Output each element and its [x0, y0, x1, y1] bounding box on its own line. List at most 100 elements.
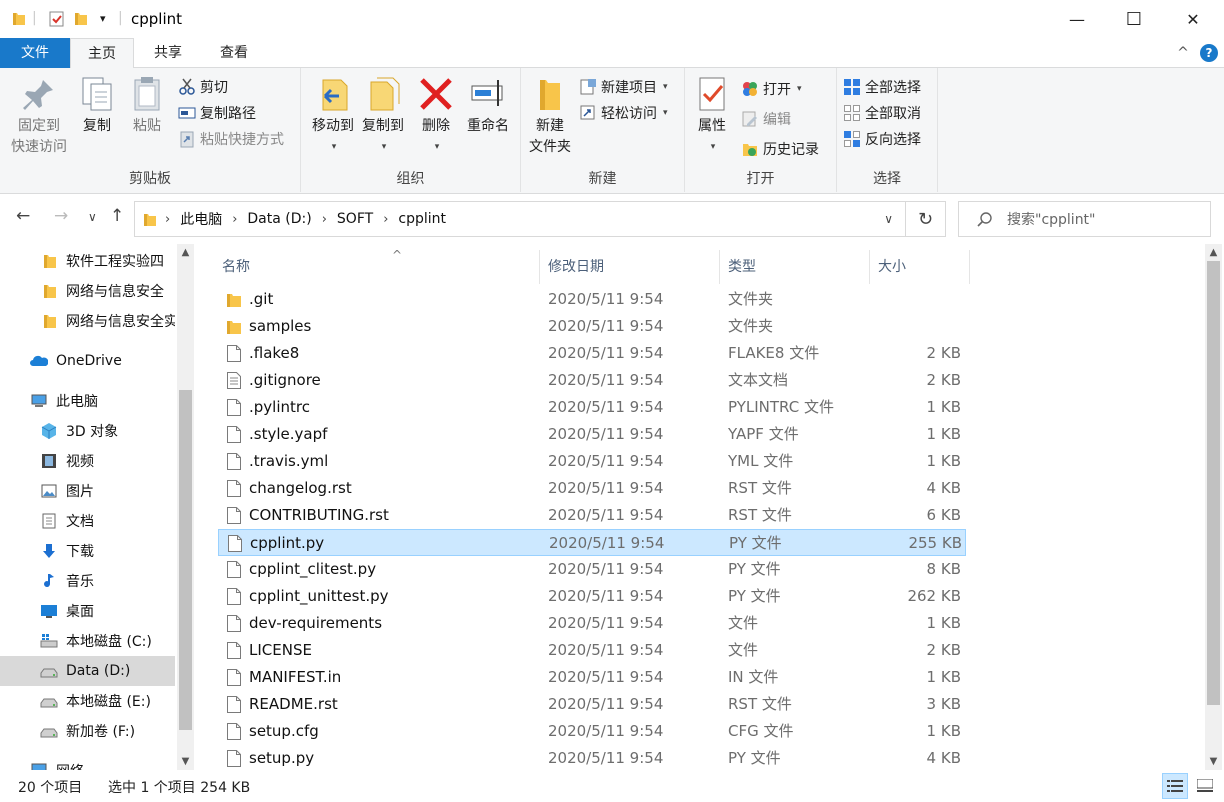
file-row[interactable]: setup.cfg 2020/5/11 9:54 CFG 文件 1 KB [218, 718, 966, 745]
scroll-down-button[interactable]: ▼ [1205, 753, 1222, 770]
file-row[interactable]: .flake8 2020/5/11 9:54 FLAKE8 文件 2 KB [218, 340, 966, 367]
folder-icon [227, 294, 241, 307]
file-row[interactable]: changelog.rst 2020/5/11 9:54 RST 文件 4 KB [218, 475, 966, 502]
nav-pane-scrollbar[interactable]: ▲ ▼ [177, 244, 194, 770]
properties-icon[interactable] [48, 10, 66, 28]
address-box[interactable]: › 此电脑 › Data (D:) › SOFT › cpplint ∨ [134, 201, 906, 237]
refresh-button[interactable]: ↻ [906, 201, 946, 237]
column-header-date[interactable]: 修改日期 [540, 250, 720, 284]
customize-toolbar-icon[interactable]: ▾ [100, 12, 106, 25]
breadcrumb-this-pc[interactable]: 此电脑 [180, 209, 222, 229]
column-header-size[interactable]: 大小 [870, 250, 970, 284]
file-list-scrollbar[interactable]: ▲ ▼ [1205, 244, 1222, 770]
new-folder-icon[interactable] [74, 10, 88, 26]
copy-button[interactable]: 复制 [76, 74, 118, 137]
nav-item-drive-d[interactable]: Data (D:) [0, 656, 175, 686]
recent-locations-button[interactable]: ∨ [88, 210, 97, 224]
file-row[interactable]: .gitignore 2020/5/11 9:54 文本文档 2 KB [218, 367, 966, 394]
scroll-thumb[interactable] [179, 390, 192, 730]
file-row[interactable]: .travis.yml 2020/5/11 9:54 YML 文件 1 KB [218, 448, 966, 475]
pin-quick-access-button[interactable]: 固定到 快速访问 [6, 74, 72, 158]
file-row[interactable]: .style.yapf 2020/5/11 9:54 YAPF 文件 1 KB [218, 421, 966, 448]
nav-item-3d-objects[interactable]: 3D 对象 [0, 416, 175, 446]
nav-item-desktop[interactable]: 桌面 [0, 596, 175, 626]
properties-button[interactable]: 属性 ▾ [691, 74, 733, 158]
navigation-pane: 软件工程实验四 网络与信息安全 网络与信息安全实 OneDrive 此电脑 3D… [0, 244, 194, 770]
copy-to-button[interactable]: 复制到 ▾ [355, 74, 411, 158]
search-input[interactable]: 搜索"cpplint" [958, 201, 1211, 237]
collapse-ribbon-button[interactable]: ^ [1172, 38, 1194, 68]
file-row[interactable]: cpplint.py 2020/5/11 9:54 PY 文件 255 KB [218, 529, 966, 556]
file-row[interactable]: cpplint_clitest.py 2020/5/11 9:54 PY 文件 8 K… [218, 556, 966, 583]
details-view-button[interactable] [1162, 773, 1188, 799]
rename-button[interactable]: 重命名 [463, 74, 513, 137]
delete-button[interactable]: 删除 ▾ [415, 74, 457, 158]
nav-item-drive-e[interactable]: 本地磁盘 (E:) [0, 686, 175, 716]
large-icons-view-button[interactable] [1192, 773, 1218, 799]
tab-file[interactable]: 文件 [0, 38, 70, 68]
minimize-button[interactable]: — [1049, 0, 1105, 38]
open-button[interactable]: 打开 ▾ [741, 78, 802, 100]
new-item-button[interactable]: 新建项目 ▾ [579, 76, 668, 98]
file-row[interactable]: samples 2020/5/11 9:54 文件夹 [218, 313, 966, 340]
file-row[interactable]: .git 2020/5/11 9:54 文件夹 [218, 286, 966, 313]
delete-x-icon [420, 78, 452, 110]
new-folder-button[interactable]: 新建 文件夹 [525, 74, 575, 158]
paste-button[interactable]: 粘贴 [126, 74, 168, 137]
paste-shortcut-button[interactable]: 粘贴快捷方式 [178, 128, 284, 150]
up-button[interactable]: ↑ [110, 206, 124, 226]
nav-item-videos[interactable]: 视频 [0, 446, 175, 476]
history-button[interactable]: 历史记录 [741, 138, 819, 160]
nav-item-quick-folder-1[interactable]: 软件工程实验四 [0, 246, 175, 276]
nav-item-network[interactable]: 网络 [0, 756, 175, 770]
file-row[interactable]: dev-requirements 2020/5/11 9:54 文件 1 KB [218, 610, 966, 637]
move-to-button[interactable]: 移动到 ▾ [305, 74, 361, 158]
select-all-button[interactable]: 全部选择 [843, 76, 921, 98]
address-dropdown-button[interactable]: ∨ [884, 212, 893, 226]
file-row[interactable]: CONTRIBUTING.rst 2020/5/11 9:54 RST 文件 6 KB [218, 502, 966, 529]
invert-selection-button[interactable]: 反向选择 [843, 128, 921, 150]
file-row[interactable]: MANIFEST.in 2020/5/11 9:54 IN 文件 1 KB [218, 664, 966, 691]
maximize-button[interactable]: ☐ [1106, 0, 1162, 38]
scroll-up-button[interactable]: ▲ [1205, 244, 1222, 261]
back-button[interactable]: ← [16, 206, 30, 226]
breadcrumb-data-d[interactable]: Data (D:) [247, 211, 311, 227]
folder-icon[interactable] [12, 10, 26, 26]
file-row[interactable]: .pylintrc 2020/5/11 9:54 PYLINTRC 文件 1 KB [218, 394, 966, 421]
nav-item-quick-folder-3[interactable]: 网络与信息安全实 [0, 306, 175, 336]
select-none-button[interactable]: 全部取消 [843, 102, 921, 124]
nav-item-downloads[interactable]: 下载 [0, 536, 175, 566]
scroll-thumb[interactable] [1207, 261, 1220, 705]
file-row[interactable]: cpplint_unittest.py 2020/5/11 9:54 PY 文件 26… [218, 583, 966, 610]
help-button[interactable]: ? [1200, 44, 1218, 62]
nav-item-pictures[interactable]: 图片 [0, 476, 175, 506]
easy-access-button[interactable]: 轻松访问 ▾ [579, 102, 668, 124]
select-none-icon [844, 105, 860, 121]
copy-path-button[interactable]: 复制路径 [178, 102, 256, 124]
nav-item-music[interactable]: 音乐 [0, 566, 175, 596]
nav-item-this-pc[interactable]: 此电脑 [0, 386, 175, 416]
tab-home[interactable]: 主页 [70, 38, 134, 69]
scroll-down-button[interactable]: ▼ [177, 753, 194, 770]
tab-view[interactable]: 查看 [202, 38, 266, 68]
tab-share[interactable]: 共享 [136, 38, 200, 68]
breadcrumb-cpplint[interactable]: cpplint [398, 211, 446, 227]
column-header-name[interactable]: 名称 ^ [214, 248, 540, 284]
file-date: 2020/5/11 9:54 [548, 317, 664, 335]
edit-button[interactable]: 编辑 [741, 108, 791, 130]
file-date: 2020/5/11 9:54 [548, 479, 664, 497]
file-row[interactable]: setup.py 2020/5/11 9:54 PY 文件 4 KB [218, 745, 966, 770]
close-button[interactable]: ✕ [1165, 0, 1221, 38]
nav-item-drive-f[interactable]: 新加卷 (F:) [0, 716, 175, 746]
column-header-type[interactable]: 类型 [720, 250, 870, 284]
file-row[interactable]: LICENSE 2020/5/11 9:54 文件 2 KB [218, 637, 966, 664]
nav-item-onedrive[interactable]: OneDrive [0, 346, 175, 376]
cut-button[interactable]: 剪切 [178, 76, 228, 98]
breadcrumb-soft[interactable]: SOFT [337, 211, 373, 227]
nav-item-drive-c[interactable]: 本地磁盘 (C:) [0, 626, 175, 656]
file-row[interactable]: README.rst 2020/5/11 9:54 RST 文件 3 KB [218, 691, 966, 718]
scroll-up-button[interactable]: ▲ [177, 244, 194, 261]
nav-item-documents[interactable]: 文档 [0, 506, 175, 536]
nav-item-quick-folder-2[interactable]: 网络与信息安全 [0, 276, 175, 306]
forward-button[interactable]: → [54, 206, 68, 226]
